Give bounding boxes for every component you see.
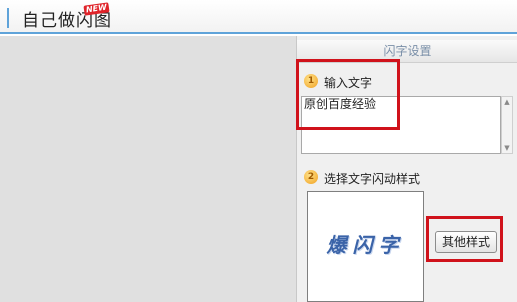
- step-2-icon: 2: [304, 170, 318, 184]
- scroll-up-icon[interactable]: ▲: [502, 97, 512, 107]
- text-input[interactable]: 原创百度经验: [301, 96, 501, 154]
- settings-panel: 闪字设置 1 输入文字 原创百度经验 ▲ ▼ 2 选择文字闪动样式 爆闪字 其他…: [296, 36, 517, 302]
- other-styles-button[interactable]: 其他样式: [435, 231, 497, 253]
- step-2-label: 选择文字闪动样式: [324, 172, 421, 186]
- title-bar-accent-line: [7, 8, 9, 28]
- panel-header: 闪字设置: [297, 40, 517, 63]
- step-1-icon: 1: [304, 74, 318, 88]
- canvas-area: [0, 36, 296, 302]
- style-preview[interactable]: 爆闪字: [307, 191, 424, 302]
- scroll-down-icon[interactable]: ▼: [502, 143, 512, 153]
- step-1-label: 输入文字: [324, 76, 373, 90]
- text-input-scrollbar[interactable]: ▲ ▼: [501, 96, 513, 154]
- preview-flash-text: 爆闪字: [326, 233, 405, 257]
- title-bar: 自己做闪图 NEW: [0, 0, 517, 34]
